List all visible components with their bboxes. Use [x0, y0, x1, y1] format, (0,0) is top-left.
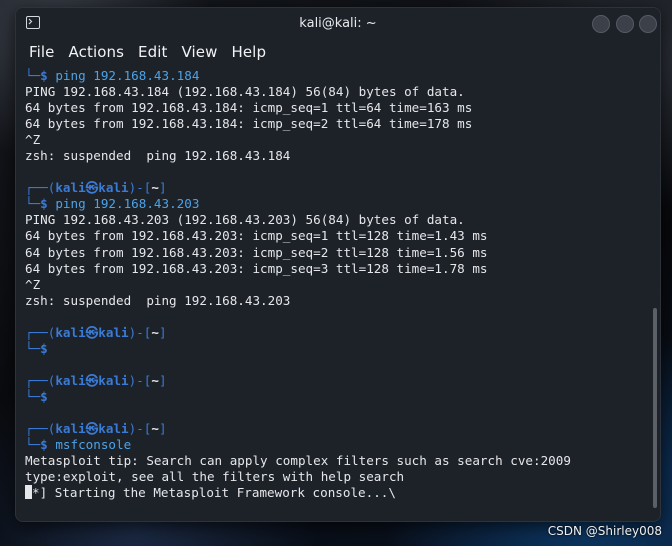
- prompt-user-host: kali㉿kali: [55, 324, 129, 340]
- prompt-header: ┌──(kali㉿kali)-[~]: [25, 421, 167, 437]
- menu-bar: File Actions Edit View Help: [16, 40, 660, 63]
- watermark: CSDN @Shirley008: [547, 524, 662, 538]
- command-line: └─$: [25, 388, 48, 404]
- output-line: 64 bytes from 192.168.43.184: icmp_seq=1…: [25, 100, 473, 116]
- command-text: msfconsole: [55, 437, 132, 453]
- menu-file[interactable]: File: [29, 43, 55, 61]
- prompt-header: ┌──(kali㉿kali)-[~]: [25, 180, 167, 196]
- output-line: ^Z: [25, 276, 41, 292]
- minimize-button[interactable]: [592, 15, 610, 33]
- prompt-dir: ~: [151, 180, 159, 196]
- output-line: ^Z: [25, 132, 41, 148]
- output-line: 64 bytes from 192.168.43.203: icmp_seq=2…: [25, 244, 488, 260]
- text-cursor: [25, 485, 32, 500]
- command-line: └─$ msfconsole: [25, 437, 132, 453]
- terminal-window: kali@kali: ~ File Actions Edit View Help…: [15, 7, 661, 522]
- output-line: 64 bytes from 192.168.43.184: icmp_seq=2…: [25, 116, 473, 132]
- prompt-header: ┌──(kali㉿kali)-[~]: [25, 324, 167, 340]
- prompt-user-host: kali㉿kali: [55, 372, 129, 388]
- scrollbar[interactable]: [653, 308, 657, 508]
- prompt-header: ┌──(kali㉿kali)-[~]: [25, 372, 167, 388]
- command-line: └─$: [25, 340, 48, 356]
- menu-edit[interactable]: Edit: [138, 43, 167, 61]
- starting-message: *] Starting the Metasploit Framework con…: [32, 485, 396, 501]
- output-line: *] Starting the Metasploit Framework con…: [25, 485, 660, 501]
- menu-view[interactable]: View: [181, 43, 217, 61]
- output-line: 64 bytes from 192.168.43.203: icmp_seq=3…: [25, 260, 488, 276]
- command-line: └─$ ping 192.168.43.184: [25, 68, 200, 83]
- maximize-button[interactable]: [616, 15, 634, 33]
- terminal-output[interactable]: └─$ ping 192.168.43.184 PING 192.168.43.…: [16, 63, 660, 521]
- prompt-user-host: kali㉿kali: [55, 421, 129, 437]
- command-text: ping 192.168.43.203: [55, 196, 200, 212]
- output-line: type:exploit, see all the filters with h…: [25, 469, 405, 485]
- menu-help[interactable]: Help: [231, 43, 266, 61]
- output-line: PING 192.168.43.184 (192.168.43.184) 56(…: [25, 84, 465, 100]
- prompt-dir: ~: [151, 421, 159, 437]
- output-line: 64 bytes from 192.168.43.203: icmp_seq=1…: [25, 228, 488, 244]
- close-button[interactable]: [639, 15, 657, 33]
- prompt-dir: ~: [151, 324, 159, 340]
- prompt-dir: ~: [151, 372, 159, 388]
- window-title: kali@kali: ~: [299, 16, 377, 31]
- output-line: zsh: suspended ping 192.168.43.203: [25, 292, 291, 308]
- menu-actions[interactable]: Actions: [69, 43, 125, 61]
- output-line: zsh: suspended ping 192.168.43.184: [25, 148, 291, 164]
- command-line: └─$ ping 192.168.43.203: [25, 196, 200, 212]
- command-text: ping 192.168.43.184: [55, 68, 200, 83]
- output-line: Metasploit tip: Search can apply complex…: [25, 453, 571, 469]
- title-bar[interactable]: kali@kali: ~: [16, 8, 660, 40]
- output-line: PING 192.168.43.203 (192.168.43.203) 56(…: [25, 212, 465, 228]
- prompt-user-host: kali㉿kali: [55, 180, 129, 196]
